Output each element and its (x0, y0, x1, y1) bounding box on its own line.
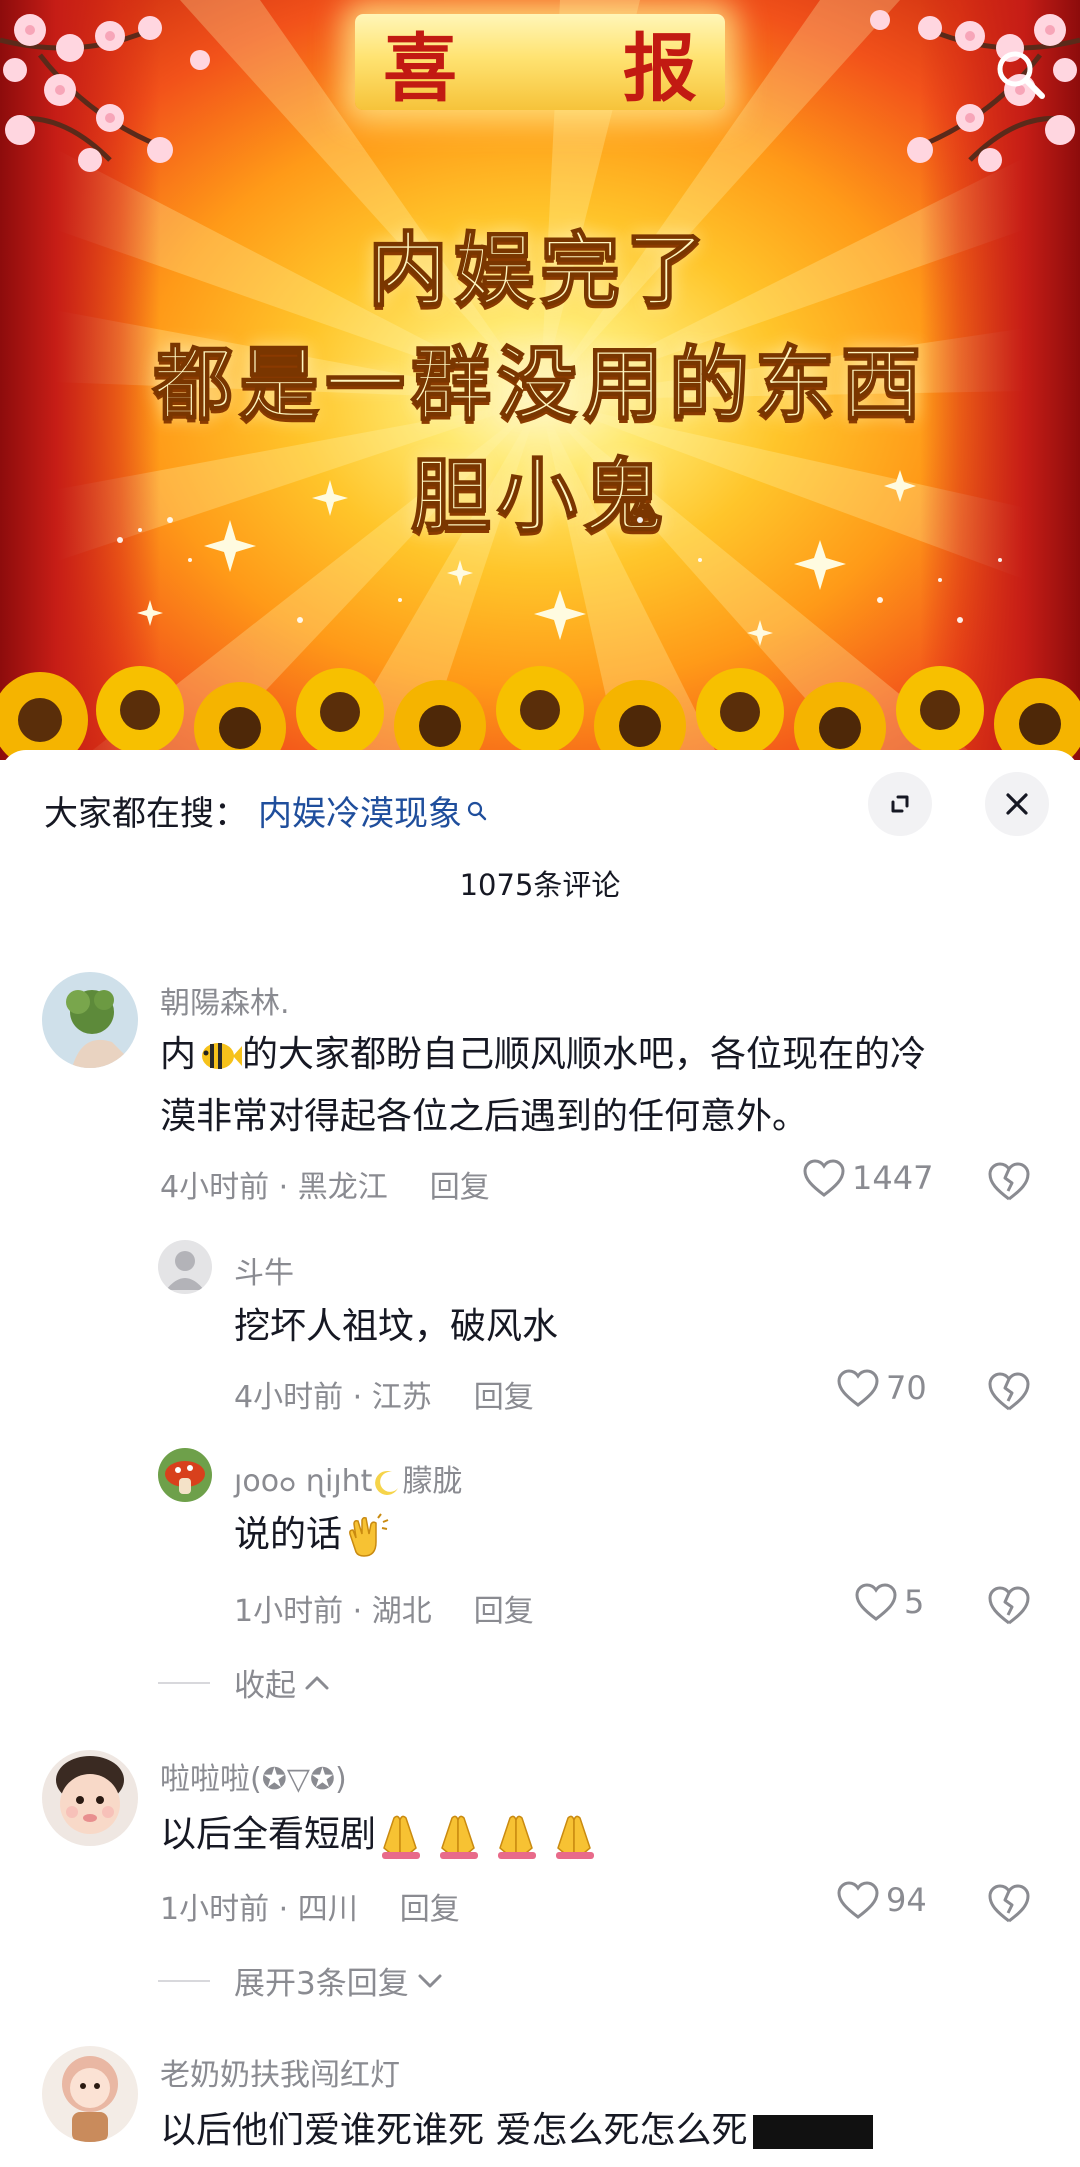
fish-emoji-icon (202, 1043, 243, 1069)
dislike-icon[interactable] (986, 1368, 1032, 1414)
comment-text: 以后他们爱谁死谁死 爱怎么死怎么死 (160, 2102, 874, 2160)
comment-meta: 4小时前 · 黑龙江 回复 (160, 1162, 490, 1206)
divider (158, 1681, 210, 1684)
reply-username[interactable]: ȷooߋ ɳiȷht 朦胧 (234, 1456, 462, 1500)
comment-text-line2: 漠非常对得起各位之后遇到的任何意外。 (160, 1096, 809, 1137)
search-suggestion-label: 大家都在搜： (44, 794, 248, 834)
reply-meta: 1小时前 · 湖北 回复 (234, 1586, 534, 1630)
chevron-up-icon (305, 1676, 329, 1689)
heart-icon (803, 1159, 845, 1197)
like-button[interactable]: 1447 (802, 1158, 933, 1198)
search-small-icon (467, 801, 487, 820)
praying-hands-icon (382, 1815, 595, 1860)
like-button[interactable]: 5 (854, 1582, 924, 1622)
sunflowers-row (0, 666, 1080, 760)
collapse-replies-button[interactable]: 收起 (158, 1660, 330, 1705)
reply-button[interactable]: 回复 (474, 1372, 534, 1416)
avatar[interactable] (42, 972, 138, 1068)
avatar-baby-image (42, 1750, 138, 1846)
avatar-doll-image (42, 2046, 138, 2142)
comment-username[interactable]: 老奶奶扶我闯红灯 (160, 2050, 400, 2094)
divider (158, 1979, 210, 1982)
reply-text: 挖坏人祖坟，破风水 (234, 1306, 559, 1347)
comment-username[interactable]: 啦啦啦(✪▽✪) (160, 1754, 347, 1798)
like-count: 70 (886, 1369, 927, 1407)
avatar[interactable] (158, 1240, 212, 1294)
dislike-icon[interactable] (986, 1582, 1032, 1628)
heart-icon (837, 1369, 879, 1407)
comment-count: 1075条评论 (459, 868, 621, 902)
close-button[interactable] (985, 772, 1049, 836)
moon-emoji-icon (375, 1470, 399, 1495)
clapping-hands-icon (349, 1513, 389, 1557)
avatar[interactable] (42, 2046, 138, 2142)
expand-button[interactable] (868, 772, 932, 836)
comment-text: 以后全看短剧 (160, 1806, 608, 1864)
like-count: 1447 (852, 1159, 934, 1197)
default-avatar-icon (166, 1251, 204, 1290)
chevron-down-icon (418, 1974, 442, 1987)
dislike-icon[interactable] (986, 1880, 1032, 1926)
reply-username[interactable]: 斗牛 (234, 1248, 294, 1292)
comment-text: 内的大家都盼自己顺风顺水吧，各位现在的冷 (160, 1034, 927, 1075)
avatar[interactable] (42, 1750, 138, 1846)
like-button[interactable]: 70 (836, 1368, 927, 1408)
heart-icon (837, 1881, 879, 1919)
close-icon (1006, 793, 1028, 815)
comment-meta: 1小时前 · 四川 回复 (160, 1884, 460, 1928)
avatar-plant-image (42, 972, 138, 1068)
like-count: 5 (904, 1583, 925, 1621)
expand-icon (891, 795, 909, 813)
redacted-text (753, 2115, 874, 2149)
reply-text: 说的话 (234, 1506, 390, 1564)
post-image-banner: 喜 报 内娱完了 都是一群没用的东西 胆小鬼 (0, 0, 1080, 760)
heart-icon (855, 1583, 897, 1621)
reply-button[interactable]: 回复 (400, 1884, 460, 1928)
like-count: 94 (886, 1881, 927, 1919)
dislike-icon[interactable] (986, 1158, 1032, 1204)
expand-replies-button[interactable]: 展开3条回复 (158, 1958, 443, 2003)
search-suggestion[interactable]: 大家都在搜： 内娱冷漠现象 (44, 786, 488, 835)
avatar[interactable] (158, 1448, 212, 1502)
reply-button[interactable]: 回复 (474, 1586, 534, 1630)
reply-meta: 4小时前 · 江苏 回复 (234, 1372, 534, 1416)
comment-username[interactable]: 朝陽森林. (160, 978, 290, 1022)
avatar-mushroom-image (158, 1448, 212, 1502)
like-button[interactable]: 94 (836, 1880, 927, 1920)
search-suggestion-term[interactable]: 内娱冷漠现象 (258, 786, 462, 835)
reply-button[interactable]: 回复 (430, 1162, 490, 1206)
